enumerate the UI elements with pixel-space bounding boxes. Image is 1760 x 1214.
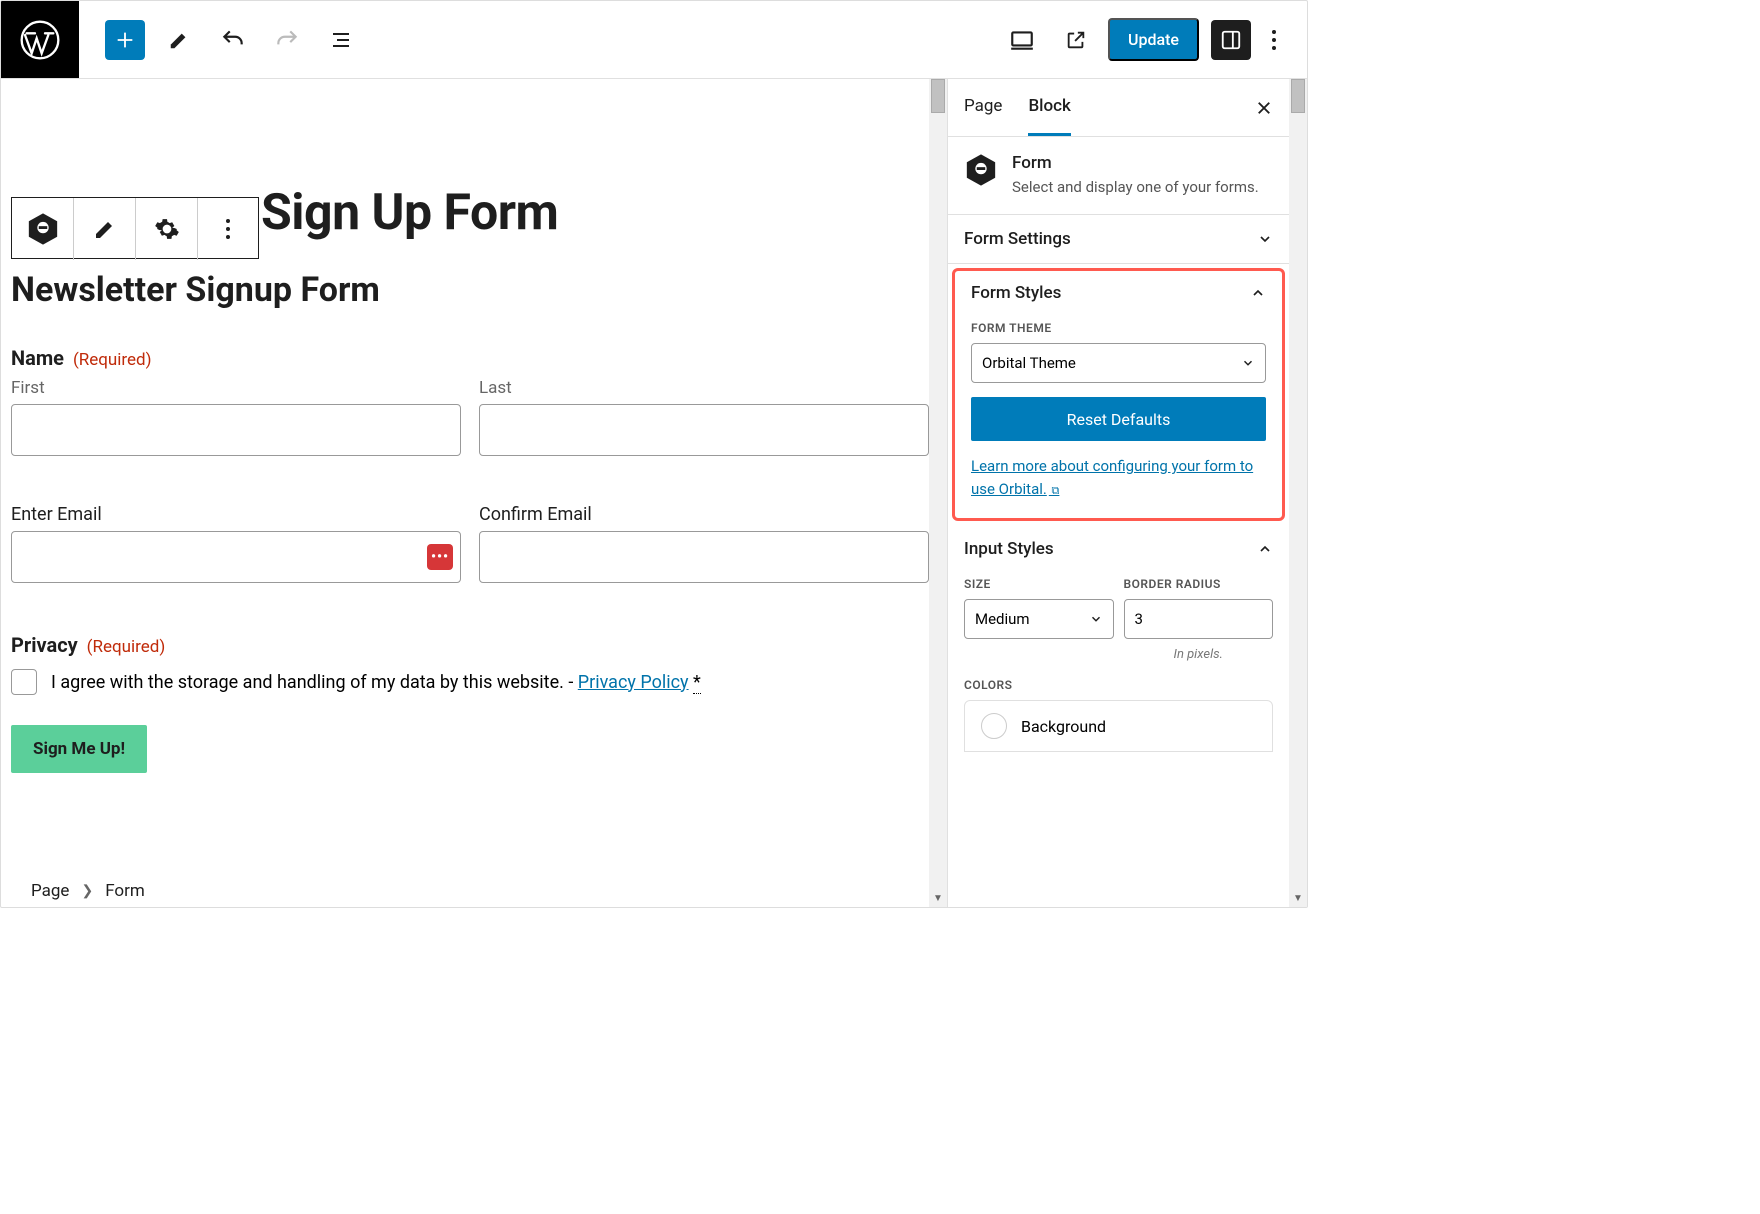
first-name-input[interactable]	[11, 404, 461, 456]
tab-page[interactable]: Page	[964, 79, 1002, 136]
wordpress-logo[interactable]	[1, 1, 79, 78]
view-page-button[interactable]	[1056, 20, 1096, 60]
border-radius-label: BORDER RADIUS	[1124, 577, 1274, 591]
form-settings-panel: Form Settings	[948, 215, 1289, 264]
canvas-scrollbar[interactable]: ▼	[929, 79, 947, 907]
settings-sidebar: Page Block Form Select and display one o…	[947, 79, 1307, 907]
edit-mode-button[interactable]	[159, 20, 199, 60]
block-type-button[interactable]	[12, 198, 74, 260]
form-settings-toggle[interactable]: Form Settings	[948, 215, 1289, 263]
confirm-email-label: Confirm Email	[479, 504, 929, 525]
name-label: Name	[11, 346, 64, 370]
background-color-row[interactable]: Background	[964, 700, 1273, 752]
breadcrumb: Page ❯ Form	[31, 881, 145, 901]
confirm-email-input[interactable]	[479, 531, 929, 583]
block-more-button[interactable]	[198, 198, 258, 260]
form-theme-select[interactable]: Orbital Theme	[971, 343, 1266, 383]
last-name-input[interactable]	[479, 404, 929, 456]
block-edit-button[interactable]	[74, 198, 136, 260]
input-styles-toggle[interactable]: Input Styles	[948, 525, 1289, 573]
enter-email-label: Enter Email	[11, 504, 461, 525]
privacy-policy-link[interactable]: Privacy Policy	[578, 672, 689, 693]
block-toolbar	[11, 197, 259, 259]
close-sidebar-button[interactable]	[1255, 99, 1273, 117]
chevron-down-icon	[1089, 612, 1103, 626]
editor-topbar: Update	[1, 1, 1307, 79]
block-description: Select and display one of your forms.	[1012, 177, 1259, 198]
breadcrumb-root[interactable]: Page	[31, 881, 69, 901]
input-styles-panel: Input Styles SIZE Medium	[948, 525, 1289, 770]
learn-more-link[interactable]: Learn more about configuring your form t…	[971, 455, 1266, 500]
colors-label: COLORS	[964, 678, 1273, 692]
reset-defaults-button[interactable]: Reset Defaults	[971, 397, 1266, 441]
form-title: Newsletter Signup Form	[11, 270, 929, 310]
document-outline-button[interactable]	[321, 20, 361, 60]
form-styles-toggle[interactable]: Form Styles	[955, 271, 1282, 317]
settings-sidebar-toggle[interactable]	[1211, 20, 1251, 60]
chevron-down-icon	[1241, 356, 1255, 370]
editor-canvas[interactable]: Sign Up Form Newsletter Signup Form Name…	[1, 79, 947, 907]
breadcrumb-current[interactable]: Form	[105, 881, 145, 901]
chevron-right-icon: ❯	[81, 883, 93, 899]
privacy-label: Privacy	[11, 633, 78, 657]
submit-button[interactable]: Sign Me Up!	[11, 725, 147, 773]
redo-button[interactable]	[267, 20, 307, 60]
add-block-button[interactable]	[105, 20, 145, 60]
border-radius-input[interactable]	[1124, 599, 1274, 639]
first-name-label: First	[11, 378, 461, 398]
block-header: Form Select and display one of your form…	[948, 137, 1289, 215]
enter-email-input[interactable]	[11, 531, 461, 583]
chevron-up-icon	[1250, 285, 1266, 301]
background-color-label: Background	[1021, 717, 1106, 736]
chevron-down-icon	[1257, 231, 1273, 247]
email-field-group: Enter Email ••• Confirm Email	[11, 504, 929, 583]
border-radius-hint: In pixels.	[1124, 647, 1274, 662]
chevron-up-icon	[1257, 541, 1273, 557]
tab-block[interactable]: Block	[1028, 79, 1070, 136]
form-theme-label: FORM THEME	[971, 321, 1266, 335]
device-preview-button[interactable]	[1002, 20, 1042, 60]
sidebar-scrollbar[interactable]: ▼	[1289, 79, 1307, 907]
more-options-button[interactable]	[1257, 20, 1291, 60]
form-styles-panel-highlighted: Form Styles FORM THEME Orbital Theme Res…	[952, 268, 1285, 521]
undo-button[interactable]	[213, 20, 253, 60]
last-name-label: Last	[479, 378, 929, 398]
form-block-icon	[964, 153, 998, 187]
privacy-checkbox[interactable]	[11, 669, 37, 695]
name-field-group: Name (Required) First Last	[11, 346, 929, 456]
block-title: Form	[1012, 153, 1259, 173]
block-settings-button[interactable]	[136, 198, 198, 260]
external-link-icon: ⧉	[1049, 484, 1060, 497]
color-swatch-icon	[981, 713, 1007, 739]
privacy-consent-text: I agree with the storage and handling of…	[51, 672, 701, 693]
required-indicator: (Required)	[73, 350, 152, 370]
size-label: SIZE	[964, 577, 1114, 591]
required-indicator: (Required)	[87, 637, 166, 657]
password-manager-icon[interactable]: •••	[427, 544, 453, 570]
privacy-field-group: Privacy (Required) I agree with the stor…	[11, 633, 929, 695]
update-button[interactable]: Update	[1108, 18, 1199, 61]
size-select[interactable]: Medium	[964, 599, 1114, 639]
